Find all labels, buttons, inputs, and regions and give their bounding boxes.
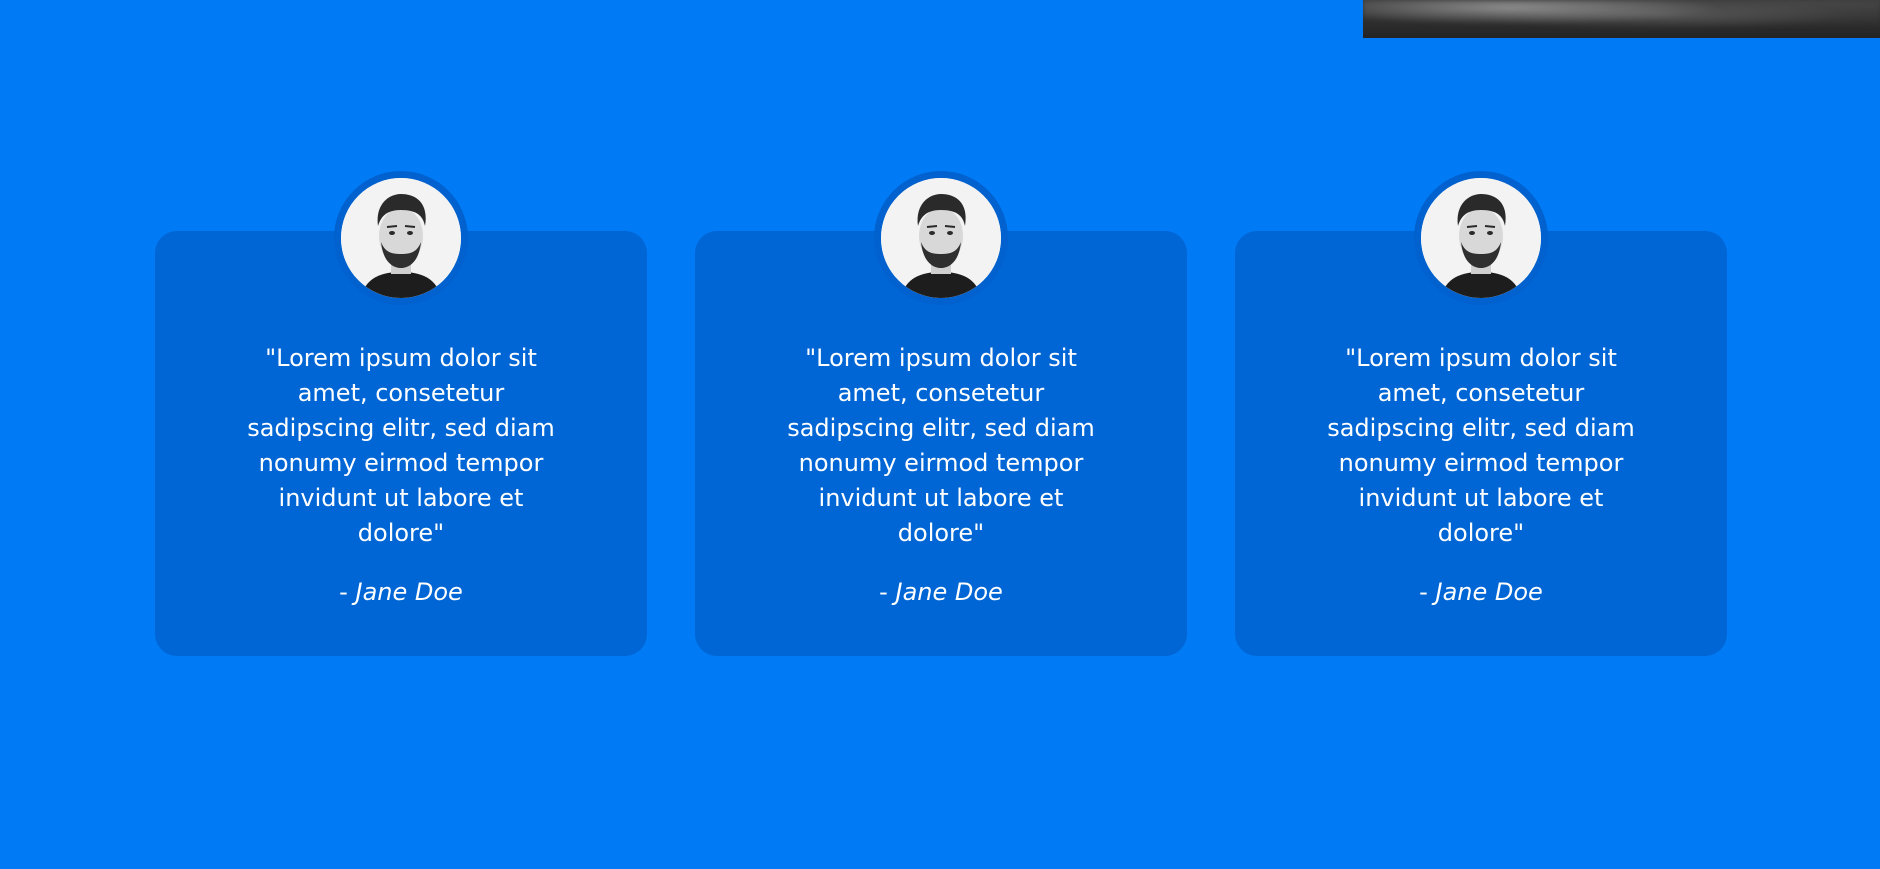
- testimonial-quote: "Lorem ipsum dolor sit amet, consetetur …: [787, 344, 1095, 547]
- testimonial-quote: "Lorem ipsum dolor sit amet, consetetur …: [1327, 344, 1635, 547]
- testimonial-cards: "Lorem ipsum dolor sit amet, consetetur …: [155, 171, 1727, 656]
- avatar-ring: [334, 171, 468, 305]
- person-avatar-icon: [881, 178, 1001, 298]
- header-photo-shade: [1363, 0, 1880, 38]
- author-dash: -: [339, 578, 348, 606]
- testimonials-section: "Lorem ipsum dolor sit amet, consetetur …: [0, 0, 1880, 869]
- testimonial-card: "Lorem ipsum dolor sit amet, consetetur …: [695, 171, 1187, 656]
- testimonial-author: - Jane Doe: [695, 575, 1187, 609]
- avatar-ring: [1414, 171, 1548, 305]
- testimonial-author: - Jane Doe: [1235, 575, 1727, 609]
- person-avatar-icon: [341, 178, 461, 298]
- avatar-ring: [874, 171, 1008, 305]
- testimonial-author: - Jane Doe: [155, 575, 647, 609]
- header-photo: [1363, 0, 1880, 38]
- testimonial-quote: "Lorem ipsum dolor sit amet, consetetur …: [247, 344, 555, 547]
- author-name: Jane Doe: [355, 578, 463, 606]
- person-avatar-icon: [1421, 178, 1541, 298]
- author-name: Jane Doe: [1435, 578, 1543, 606]
- author-name: Jane Doe: [895, 578, 1003, 606]
- testimonial-card: "Lorem ipsum dolor sit amet, consetetur …: [1235, 171, 1727, 656]
- author-dash: -: [879, 578, 888, 606]
- author-dash: -: [1419, 578, 1428, 606]
- testimonial-card: "Lorem ipsum dolor sit amet, consetetur …: [155, 171, 647, 656]
